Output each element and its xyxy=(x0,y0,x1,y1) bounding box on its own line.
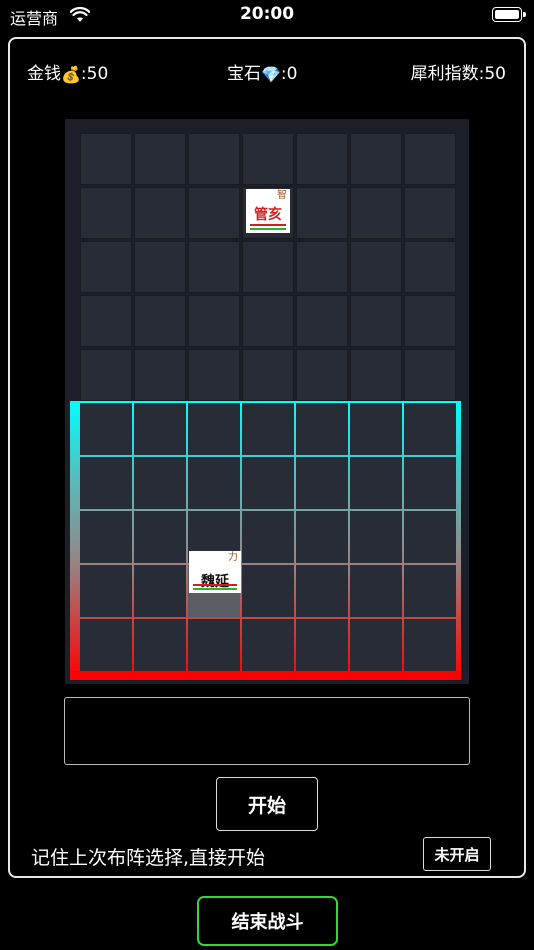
unit-power-bar xyxy=(193,588,237,590)
enemy-grid-cell xyxy=(350,187,402,239)
player-grid-cell[interactable] xyxy=(242,619,294,671)
remember-toggle-button[interactable]: 未开启 xyxy=(423,837,491,871)
player-grid-cell[interactable] xyxy=(80,403,132,455)
player-grid-cell[interactable] xyxy=(80,457,132,509)
ratio-stat: 犀利指数:50 xyxy=(410,64,506,84)
player-grid-cell[interactable] xyxy=(404,403,456,455)
status-bar: 运营商 20:00 xyxy=(0,0,534,30)
enemy-grid-cell xyxy=(404,241,456,293)
enemy-grid-cell xyxy=(188,295,240,347)
enemy-grid-cell xyxy=(404,133,456,185)
player-grid-cell[interactable] xyxy=(80,511,132,563)
end-battle-button[interactable]: 结束战斗 xyxy=(197,896,338,946)
enemy-grid-cell xyxy=(188,133,240,185)
remember-formation-label: 记住上次布阵选择,直接开始 xyxy=(31,847,266,869)
player-grid-cell[interactable] xyxy=(134,511,186,563)
enemy-grid-cell xyxy=(80,241,132,293)
player-grid-cell[interactable] xyxy=(296,457,348,509)
player-grid-cell[interactable] xyxy=(404,511,456,563)
enemy-grid-cell xyxy=(242,241,294,293)
unit-power-bar xyxy=(250,228,286,230)
enemy-grid-cell xyxy=(80,133,132,185)
enemy-grid-cell xyxy=(80,295,132,347)
player-grid-cell[interactable] xyxy=(350,457,402,509)
enemy-grid-cell xyxy=(350,133,402,185)
player-grid-cell[interactable] xyxy=(242,565,294,617)
enemy-grid-cell xyxy=(80,349,132,401)
enemy-grid-cell xyxy=(188,241,240,293)
gem-value: :0 xyxy=(280,64,298,84)
player-grid-cell[interactable] xyxy=(296,565,348,617)
unit-hp-bar xyxy=(193,584,237,586)
player-unit-card[interactable]: 力魏延 xyxy=(189,551,241,593)
player-grid-cell[interactable] xyxy=(242,403,294,455)
player-grid-cell[interactable] xyxy=(350,619,402,671)
enemy-grid-cell xyxy=(188,187,240,239)
gem-label: 宝石 xyxy=(227,64,261,84)
enemy-grid-cell xyxy=(134,133,186,185)
enemy-grid-cell xyxy=(350,295,402,347)
player-grid-cell[interactable] xyxy=(242,511,294,563)
player-grid-cell[interactable] xyxy=(296,403,348,455)
player-grid-cell[interactable] xyxy=(404,619,456,671)
player-grid-cell[interactable] xyxy=(350,403,402,455)
enemy-grid-cell xyxy=(404,295,456,347)
player-grid-cell[interactable] xyxy=(134,403,186,455)
message-box xyxy=(64,697,470,765)
enemy-grid-cell xyxy=(404,187,456,239)
player-grid-cell[interactable] xyxy=(350,565,402,617)
player-grid-cell[interactable] xyxy=(134,457,186,509)
player-grid-cell[interactable] xyxy=(188,403,240,455)
enemy-grid-cell xyxy=(350,241,402,293)
player-grid-cell[interactable] xyxy=(188,457,240,509)
enemy-grid-cell xyxy=(134,349,186,401)
enemy-grid-cell xyxy=(80,187,132,239)
unit-hp-bar xyxy=(250,224,286,226)
money-value: :50 xyxy=(80,64,109,84)
unit-attribute-label: 智 xyxy=(277,190,287,201)
enemy-grid-cell xyxy=(134,241,186,293)
player-grid-cell[interactable] xyxy=(80,619,132,671)
player-grid-cell[interactable] xyxy=(134,619,186,671)
player-grid-cell[interactable] xyxy=(296,619,348,671)
enemy-grid-cell xyxy=(296,241,348,293)
player-grid-cell[interactable] xyxy=(350,511,402,563)
gem-icon: 💎 xyxy=(261,65,281,84)
enemy-grid-cell xyxy=(188,349,240,401)
enemy-grid-cell xyxy=(242,133,294,185)
enemy-grid-cell xyxy=(296,187,348,239)
deploy-zone-edge xyxy=(70,671,461,680)
enemy-grid-cell xyxy=(296,295,348,347)
enemy-grid-cell xyxy=(242,349,294,401)
player-grid-cell[interactable] xyxy=(404,565,456,617)
enemy-grid-cell xyxy=(134,187,186,239)
gem-stat: 宝石💎:0 xyxy=(227,59,297,84)
battery-icon xyxy=(492,7,526,22)
enemy-grid-cell xyxy=(350,349,402,401)
player-grid-cell[interactable] xyxy=(296,511,348,563)
enemy-grid-cell xyxy=(242,295,294,347)
player-grid-cell[interactable] xyxy=(404,457,456,509)
start-button[interactable]: 开始 xyxy=(216,777,318,831)
unit-attribute-label: 力 xyxy=(228,552,238,563)
enemy-grid-cell xyxy=(404,349,456,401)
money-bag-icon: 💰 xyxy=(61,65,81,84)
enemy-grid-cell xyxy=(296,349,348,401)
enemy-unit-card[interactable]: 智管亥 xyxy=(246,189,290,233)
money-label: 金钱 xyxy=(27,64,61,84)
player-grid-cell[interactable] xyxy=(242,457,294,509)
unit-name: 管亥 xyxy=(254,207,282,223)
enemy-grid-cell xyxy=(296,133,348,185)
enemy-grid-cell xyxy=(134,295,186,347)
stats-bar: 金钱💰:50 宝石💎:0 犀利指数:50 xyxy=(0,59,534,84)
player-grid-cell[interactable] xyxy=(134,565,186,617)
money-stat: 金钱💰:50 xyxy=(27,59,108,84)
player-grid-cell[interactable] xyxy=(80,565,132,617)
player-grid-cell[interactable] xyxy=(188,619,240,671)
clock: 20:00 xyxy=(239,4,295,24)
